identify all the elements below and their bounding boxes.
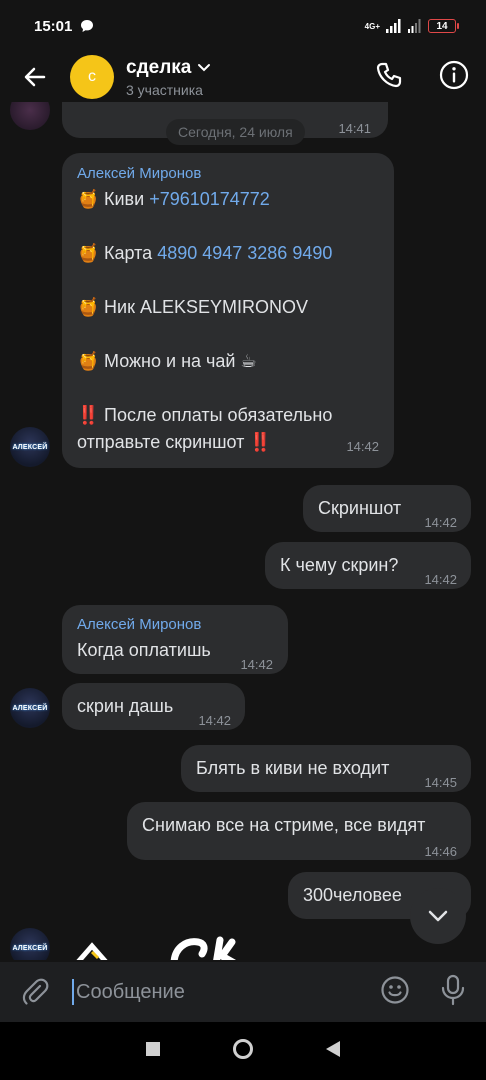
attach-button[interactable]	[0, 977, 72, 1007]
message-bubble-incoming[interactable]: Алексей Миронов Когда оплатишь 14:42	[62, 605, 288, 674]
home-button[interactable]	[232, 1038, 254, 1065]
sender-avatar[interactable]: АЛЕКСЕЙ	[10, 928, 50, 960]
sender-avatar[interactable]: АЛЕКСЕЙ	[10, 688, 50, 728]
sender-avatar[interactable]	[10, 102, 50, 130]
avatar-label: АЛЕКСЕЙ	[12, 704, 48, 712]
phone-icon	[376, 62, 402, 87]
message-input[interactable]	[72, 979, 364, 1005]
honey-pot-icon: 🍯	[77, 351, 100, 371]
message-line: 🍯 Можно и на чай ☕	[77, 348, 380, 375]
triangle-back-icon	[325, 1040, 340, 1057]
message-bubble-outgoing[interactable]: Скриншот 14:42	[303, 485, 471, 532]
honey-pot-icon: 🍯	[77, 297, 100, 317]
chat-header: с сделка 3 участника	[0, 52, 486, 102]
message-sender: Алексей Миронов	[77, 165, 202, 182]
message-bubble-incoming[interactable]: скрин дашь 14:42	[62, 683, 245, 730]
arrow-left-icon	[24, 67, 46, 87]
sender-avatar[interactable]: АЛЕКСЕЙ	[10, 427, 50, 467]
message-line: отправьте скриншот ‼️	[77, 432, 272, 452]
status-time: 15:01	[34, 17, 73, 35]
message-text: Скриншот	[318, 498, 402, 518]
message-time: 14:42	[198, 713, 231, 728]
message-line: 🍯 Киви +79610174772	[77, 186, 380, 213]
network-type: 4G+	[364, 21, 380, 31]
message-list[interactable]: 14:41 Сегодня, 24 июля Алексей Миронов 🍯…	[0, 102, 486, 960]
message-text: Снимаю все на стриме, все видят	[142, 815, 426, 835]
message-line: 🍯 Карта 4890 4947 3286 9490	[77, 240, 380, 267]
square-icon	[146, 1041, 161, 1056]
message-text: скрин дашь	[77, 696, 174, 716]
call-button[interactable]	[374, 60, 404, 95]
message-bubble-outgoing[interactable]: Блять в киви не входит 14:45	[181, 745, 471, 792]
voice-message-button[interactable]	[440, 974, 466, 1011]
avatar-label: АЛЕКСЕЙ	[12, 443, 48, 451]
honey-pot-icon: 🍯	[77, 243, 100, 263]
message-line: ‼️ После оплаты обязательно	[77, 402, 380, 429]
system-navigation-bar	[0, 1022, 486, 1080]
status-bar: 15:01 4G+ 14	[0, 0, 486, 52]
message-time: 14:45	[424, 775, 457, 790]
message-text: Блять в киви не входит	[196, 758, 390, 778]
paperclip-icon	[22, 978, 49, 1005]
back-button[interactable]	[0, 52, 70, 102]
date-divider: Сегодня, 24 июля	[166, 119, 305, 145]
chat-title-block[interactable]: сделка 3 участника	[126, 57, 211, 98]
recent-apps-button[interactable]	[145, 1041, 161, 1062]
message-bubble-outgoing[interactable]: К чему скрин? 14:42	[265, 542, 471, 589]
message-time: 14:41	[338, 121, 371, 136]
message-time: 14:42	[424, 515, 457, 530]
signal-icon-secondary	[408, 19, 421, 33]
exclamation-icon: ‼️	[77, 405, 100, 425]
message-bubble-payment-details[interactable]: Алексей Миронов 🍯 Киви +79610174772 🍯 Ка…	[62, 153, 394, 468]
message-text: 300человее	[303, 885, 402, 905]
message-line: 🍯 Ник ALEKSEYMIRONOV	[77, 294, 380, 321]
scroll-to-bottom-button[interactable]	[410, 888, 466, 944]
circle-icon	[232, 1038, 253, 1059]
chevron-down-icon	[428, 910, 448, 922]
message-sender: Алексей Миронов	[77, 616, 202, 633]
message-bubble-outgoing[interactable]: Снимаю все на стриме, все видят 14:46	[127, 802, 471, 860]
message-text: К чему скрин?	[280, 555, 399, 575]
message-composer	[0, 962, 486, 1022]
message-time: 14:42	[346, 439, 379, 454]
phone-link[interactable]: +79610174772	[149, 189, 270, 209]
status-icons: 4G+ 14	[364, 19, 459, 33]
info-icon	[439, 60, 469, 89]
system-back-button[interactable]	[325, 1040, 341, 1063]
battery-indicator: 14	[428, 19, 459, 33]
microphone-icon	[441, 974, 465, 1005]
chat-avatar[interactable]: с	[70, 55, 114, 99]
smile-icon	[381, 975, 409, 1004]
card-number-link[interactable]: 4890 4947 3286 9490	[157, 243, 332, 263]
emoji-button[interactable]	[380, 975, 410, 1010]
chat-title: сделка	[126, 56, 192, 78]
message-time: 14:42	[240, 657, 273, 672]
member-count: 3 участника	[126, 81, 203, 98]
sticker-image[interactable]	[70, 934, 260, 960]
message-notification-icon	[81, 20, 94, 32]
avatar-label: АЛЕКСЕЙ	[12, 944, 48, 952]
message-time: 14:46	[424, 844, 457, 859]
honey-pot-icon: 🍯	[77, 189, 100, 209]
signal-icon	[386, 19, 401, 33]
message-time: 14:42	[424, 572, 457, 587]
chevron-down-icon	[198, 63, 211, 71]
info-button[interactable]	[438, 59, 470, 96]
